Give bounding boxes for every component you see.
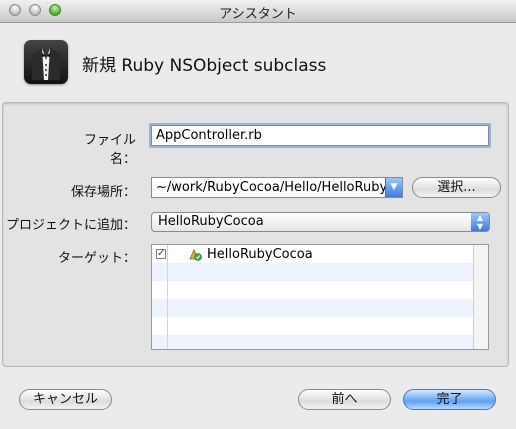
list-row-empty xyxy=(152,299,474,317)
list-row-empty xyxy=(152,335,474,349)
finish-button[interactable]: 完了 xyxy=(403,389,496,410)
list-row-empty xyxy=(152,281,474,299)
project-label: プロジェクトに追加： xyxy=(6,218,137,233)
location-label: 保存場所： xyxy=(70,185,136,200)
choose-button-label: 選択... xyxy=(437,180,476,195)
page-title: 新規 Ruby NSObject subclass xyxy=(82,56,327,76)
target-name: HelloRubyCocoa xyxy=(207,247,313,262)
location-value: ~/work/RubyCocoa/Hello/HelloRuby xyxy=(156,180,388,195)
project-popup[interactable]: HelloRubyCocoa ▲ ▼ xyxy=(151,212,490,232)
scrollbar[interactable] xyxy=(473,245,488,349)
tuxedo-icon xyxy=(24,40,68,84)
file-name-field[interactable] xyxy=(151,125,489,146)
finish-button-label: 完了 xyxy=(436,392,463,407)
target-checkbox[interactable]: ✓ xyxy=(156,249,166,259)
targets-list[interactable]: ✓ HelloRubyCocoa xyxy=(151,244,489,350)
assistant-window: アシスタント 新規 Ruby NSObject subclass ファイル名： … xyxy=(0,0,516,429)
list-row-empty xyxy=(152,263,474,281)
cancel-button[interactable]: キャンセル xyxy=(19,389,112,410)
updown-arrows-icon: ▲ ▼ xyxy=(471,213,489,231)
list-item[interactable]: ✓ HelloRubyCocoa xyxy=(152,245,474,263)
window-title: アシスタント xyxy=(219,7,297,22)
targets-label: ターゲット： xyxy=(57,251,136,266)
chevron-down-icon[interactable]: ▼ xyxy=(385,178,402,197)
project-value: HelloRubyCocoa xyxy=(158,214,264,229)
title-bar[interactable]: アシスタント xyxy=(0,0,516,23)
choose-button[interactable]: 選択... xyxy=(412,177,501,198)
file-name-label: ファイル名： xyxy=(83,133,136,167)
previous-button-label: 前へ xyxy=(331,392,358,407)
location-combo[interactable]: ~/work/RubyCocoa/Hello/HelloRuby ▼ xyxy=(151,177,403,198)
cancel-button-label: キャンセル xyxy=(32,392,98,407)
previous-button[interactable]: 前へ xyxy=(298,389,391,410)
column-divider xyxy=(167,245,168,349)
list-row-empty xyxy=(152,317,474,335)
target-app-icon xyxy=(188,248,202,261)
